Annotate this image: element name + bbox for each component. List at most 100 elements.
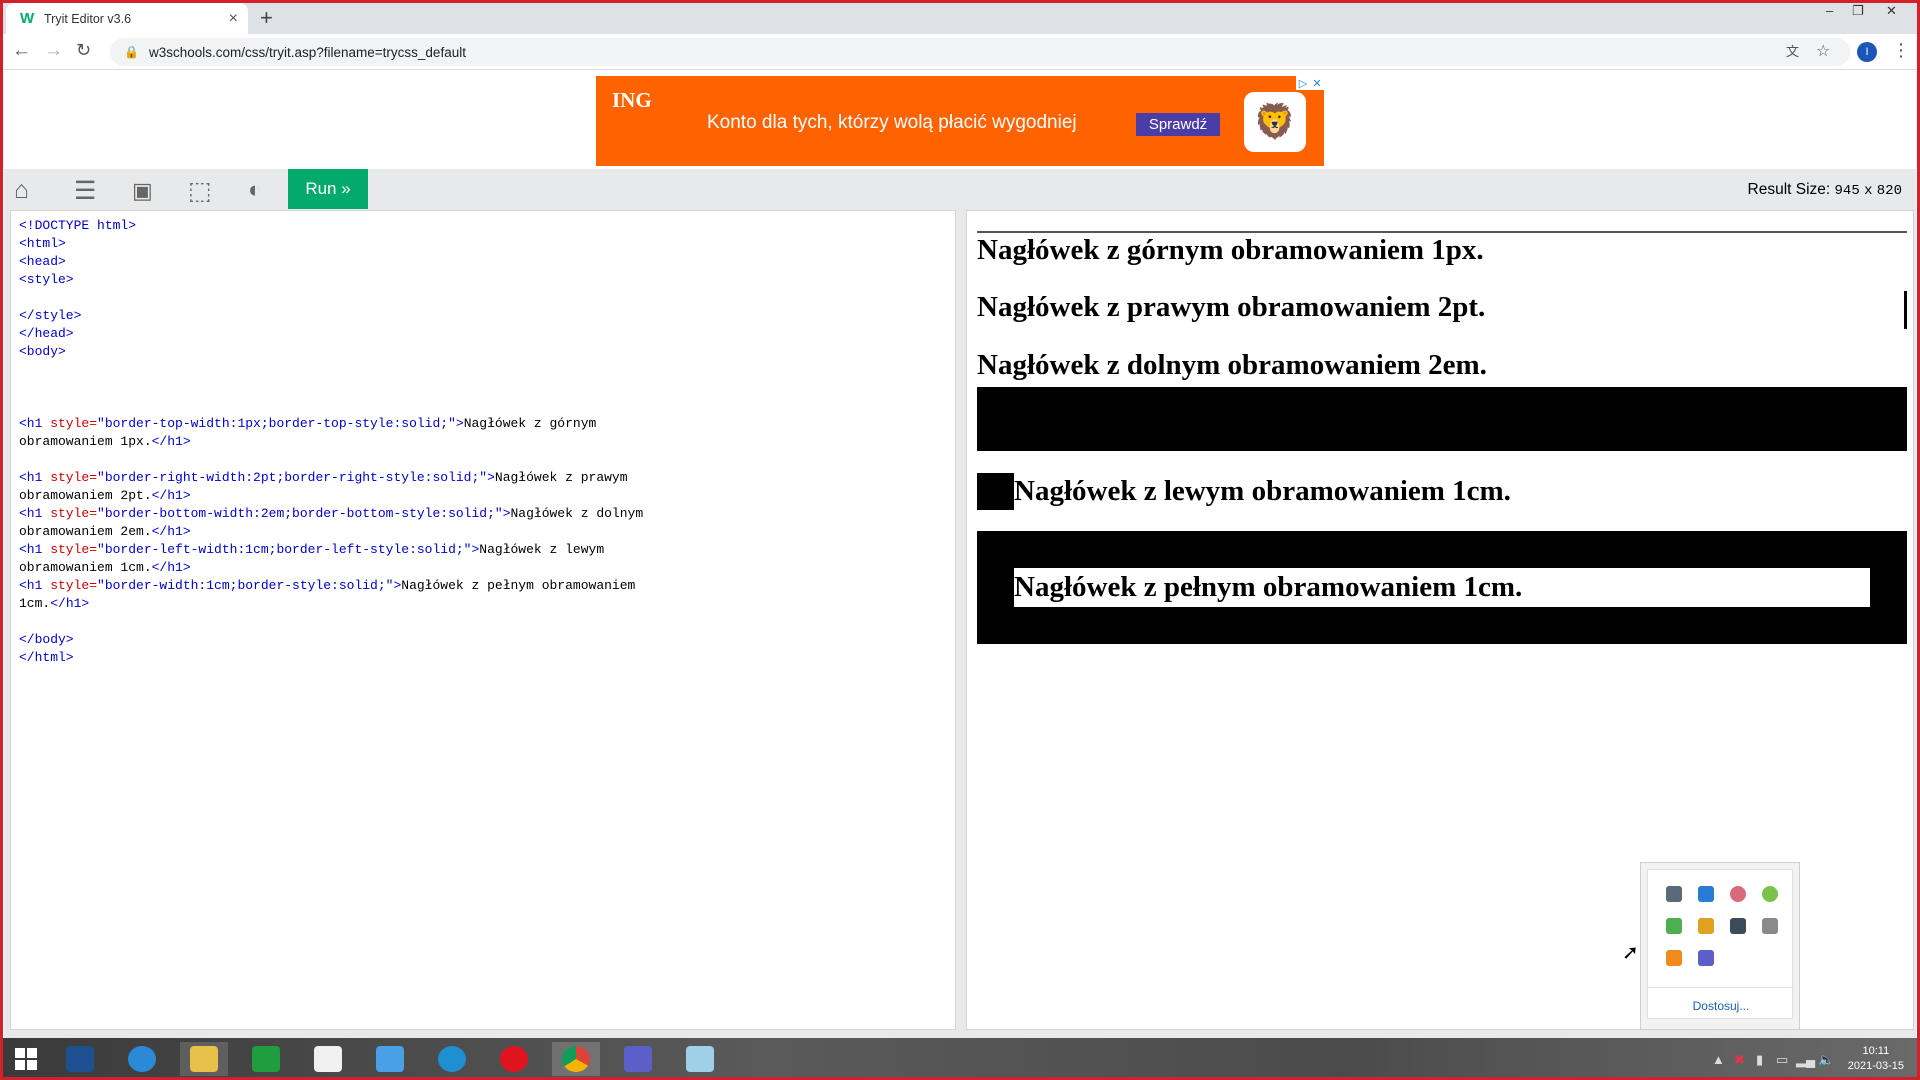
- store-icon[interactable]: [242, 1042, 290, 1076]
- save-icon[interactable]: ▣: [132, 178, 153, 204]
- opera-icon[interactable]: [490, 1042, 538, 1076]
- tryit-toolbar: ⌂ ☰ ▣ ⬚ ◐ Run » Result Size: 945 x 820: [4, 169, 1916, 210]
- code-token: >: [502, 506, 511, 521]
- menu-icon[interactable]: ☰: [74, 176, 96, 206]
- close-window-button[interactable]: ✕: [1886, 3, 1897, 19]
- utility-icon[interactable]: [1730, 886, 1746, 902]
- browser-tab-strip: W Tryit Editor v3.6 × + – ❐ ✕: [0, 0, 1920, 34]
- lenovo-app-icon[interactable]: [56, 1042, 104, 1076]
- code-token: Nagłówek z górnym: [463, 416, 597, 431]
- code-token: <html>: [19, 236, 66, 251]
- tryit-workarea: <!DOCTYPE html> <html> <head> <style> </…: [4, 210, 1916, 1038]
- result-heading-right-border: Nagłówek z prawym obramowaniem 2pt.: [977, 291, 1907, 329]
- code-token: style=: [42, 416, 98, 431]
- ad-cta-button[interactable]: Sprawdź: [1136, 113, 1220, 136]
- code-token: obramowaniem 2pt.: [19, 488, 152, 503]
- code-token: Nagłówek z prawym: [494, 470, 628, 485]
- result-x: x: [1864, 183, 1873, 199]
- code-token: style=: [42, 578, 98, 593]
- new-tab-button[interactable]: +: [260, 5, 273, 31]
- edge-icon[interactable]: [428, 1042, 476, 1076]
- display-icon[interactable]: ▭: [1776, 1052, 1788, 1068]
- minimize-button[interactable]: –: [1826, 3, 1833, 18]
- back-icon[interactable]: ←: [12, 40, 31, 62]
- chrome-icon[interactable]: [552, 1042, 600, 1076]
- storage-icon[interactable]: [1762, 918, 1778, 934]
- code-line: obramowaniem 1px.</h1>: [19, 433, 955, 451]
- tray-overflow-popup: Dostosuj...: [1640, 862, 1800, 1030]
- update-icon[interactable]: [1762, 886, 1778, 902]
- code-token: </h1>: [151, 488, 191, 503]
- ad-banner[interactable]: ING Konto dla tych, którzy wolą płacić w…: [596, 76, 1324, 166]
- code-token: <h1: [19, 542, 43, 557]
- profile-avatar[interactable]: I: [1857, 42, 1877, 62]
- ad-close-icon[interactable]: ✕: [1310, 76, 1324, 90]
- code-token: <h1: [19, 416, 43, 431]
- teams-icon[interactable]: [1698, 950, 1714, 966]
- code-token: <!DOCTYPE html>: [19, 218, 137, 233]
- contrast-icon[interactable]: ◐: [248, 176, 262, 203]
- start-button[interactable]: [2, 1042, 50, 1076]
- code-line: </html>: [19, 649, 955, 667]
- battery-icon[interactable]: ▮: [1756, 1052, 1763, 1068]
- code-token: </style>: [19, 308, 82, 323]
- tab-close-icon[interactable]: ×: [229, 10, 238, 28]
- w3schools-favicon-icon: W: [20, 10, 35, 27]
- device-icon[interactable]: [1666, 886, 1682, 902]
- result-heading-left-border: Nagłówek z lewym obramowaniem 1cm.: [977, 473, 1907, 510]
- paint-icon[interactable]: [676, 1042, 724, 1076]
- home-icon[interactable]: ⌂: [14, 176, 29, 205]
- rotate-icon[interactable]: ⬚: [188, 176, 212, 206]
- tray-icons-panel: Dostosuj...: [1647, 869, 1794, 1019]
- address-bar[interactable]: 🔒 w3schools.com/css/tryit.asp?filename=t…: [110, 38, 1850, 66]
- camera-icon[interactable]: [1730, 918, 1746, 934]
- clock-date: 2021-03-15: [1847, 1060, 1904, 1072]
- package-icon[interactable]: [1698, 918, 1714, 934]
- teams-taskbar-icon[interactable]: [614, 1042, 662, 1076]
- mail-icon[interactable]: [366, 1042, 414, 1076]
- browser-tab[interactable]: W Tryit Editor v3.6 ×: [6, 3, 248, 34]
- volume-icon[interactable]: 🔈: [1818, 1052, 1834, 1068]
- adchoices-icon[interactable]: ▷: [1296, 76, 1310, 90]
- show-hidden-icons-icon[interactable]: ▲: [1712, 1052, 1725, 1067]
- code-line: </body>: [19, 631, 955, 649]
- code-line: obramowaniem 2pt.</h1>: [19, 487, 955, 505]
- bookmark-star-icon[interactable]: ☆: [1816, 41, 1830, 61]
- lock-icon: 🔒: [124, 45, 139, 59]
- internet-explorer-icon[interactable]: [118, 1042, 166, 1076]
- forward-icon[interactable]: →: [44, 40, 63, 62]
- network-signal-icon[interactable]: ▂▄: [1796, 1052, 1815, 1068]
- taskbar-clock[interactable]: 10:11 2021-03-15: [1848, 1044, 1904, 1074]
- code-line: <!DOCTYPE html>: [19, 217, 955, 235]
- code-token: </html>: [19, 650, 74, 665]
- translate-icon[interactable]: 文: [1786, 41, 1799, 60]
- file-explorer-icon[interactable]: [180, 1042, 228, 1076]
- clock-time: 10:11: [1862, 1045, 1890, 1057]
- code-line: <h1 style="border-right-width:2pt;border…: [19, 469, 955, 487]
- security-alert-icon[interactable]: ✖: [1734, 1052, 1745, 1068]
- windows-logo-icon: [15, 1048, 37, 1070]
- code-token: style=: [42, 542, 98, 557]
- result-width: 945: [1834, 183, 1860, 199]
- code-token: </h1>: [151, 434, 191, 449]
- restore-button[interactable]: ❐: [1852, 3, 1864, 19]
- divider: [1648, 987, 1794, 988]
- code-line: <h1 style="border-bottom-width:2em;borde…: [19, 505, 955, 523]
- code-token: <h1: [19, 506, 43, 521]
- run-button[interactable]: Run »: [288, 169, 368, 209]
- app-icon[interactable]: [1666, 950, 1682, 966]
- code-line: <h1 style="border-width:1cm;border-style…: [19, 577, 955, 595]
- home-app-icon[interactable]: [304, 1042, 352, 1076]
- code-editor[interactable]: <!DOCTYPE html> <html> <head> <style> </…: [10, 210, 956, 1030]
- url-text: w3schools.com/css/tryit.asp?filename=try…: [148, 44, 466, 60]
- reload-icon[interactable]: ↻: [76, 40, 91, 61]
- code-token: </h1>: [151, 524, 191, 539]
- security-check-icon[interactable]: [1666, 918, 1682, 934]
- code-token: Nagłówek z pełnym obramowaniem: [401, 578, 636, 593]
- network-app-icon[interactable]: [1698, 886, 1714, 902]
- browser-menu-icon[interactable]: ⋮: [1892, 40, 1910, 61]
- customize-link[interactable]: Dostosuj...: [1648, 999, 1794, 1013]
